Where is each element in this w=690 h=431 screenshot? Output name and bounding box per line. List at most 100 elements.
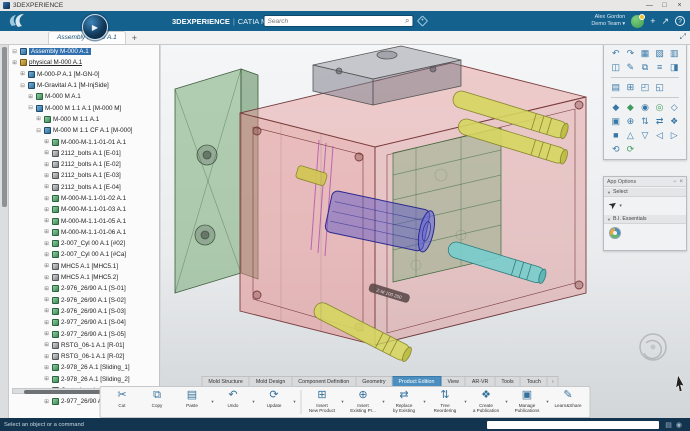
update-button[interactable]: ⟳Update [257,389,292,415]
learn-share-button[interactable]: ✎Learn&Share [551,389,586,415]
tree-item[interactable]: ⊞M-000 M A.1 [9,91,159,102]
user-block[interactable]: Alex Gordon Demo Team ▾ [591,14,625,27]
tree-expander-icon[interactable]: ⊞ [43,207,50,213]
tree-item[interactable]: ⊞M-000-M-1.1-01-01 A.1 [9,136,159,147]
tree-expander-icon[interactable]: ⊟ [19,83,26,89]
tree-expander-icon[interactable]: ⊟ [27,105,34,111]
action-bar-tab-component-definition[interactable]: Component Definition [292,376,356,386]
tree-expander-icon[interactable]: ⊞ [43,229,50,235]
tree-expander-icon[interactable]: ⊟ [11,49,18,55]
select-cursor-icon[interactable]: ➤ [607,199,620,213]
tree-expander-icon[interactable]: ⊞ [19,71,26,77]
tree-expander-icon[interactable]: ⊞ [43,376,50,382]
tag-search-icon[interactable] [417,15,428,26]
tree-expander-icon[interactable]: ⊞ [43,263,50,269]
list-icon[interactable]: ≡ [653,62,667,73]
tree-item[interactable]: ⊞physical M-000 A.1 [9,57,159,68]
tree-item[interactable]: ⊞M-000 M 1.1 A.1 [9,114,159,125]
action-bar-tab-ar-vr[interactable]: AR-VR [466,376,495,386]
tree-expander-icon[interactable]: ⊞ [43,196,50,202]
command-input[interactable] [487,421,659,429]
undo-arrow-icon[interactable]: ↶ [609,48,623,59]
tree-item[interactable]: ⊞2-977_26/90 A.1 [S-05] [9,328,159,339]
action-bar-tab-view[interactable]: View [441,376,465,386]
insert-new-product-button[interactable]: ⊞Insert New Product [305,389,340,415]
cube-blue-icon[interactable]: ◆ [609,102,623,113]
tree-item[interactable]: ⊞2-007_Cyl 00 A.1 [#02] [9,238,159,249]
tree-expander-icon[interactable]: ⊞ [43,320,50,326]
tree-expander-icon[interactable]: ⊞ [43,399,50,405]
search-input[interactable] [268,18,406,25]
help-icon[interactable]: ? [675,16,685,26]
merge-icon[interactable]: ⊕ [624,116,638,127]
add-content-button[interactable]: + [650,17,655,26]
tree-item[interactable]: ⊞2-978_26 A.1 [Sliding_1] [9,362,159,373]
tree-expander-icon[interactable]: ⊟ [35,128,42,134]
cube-green-icon[interactable]: ◆ [624,102,638,113]
tree-item[interactable]: ⊞M-000-M-1.1-01-05 A.1 [9,215,159,226]
tree-expander-icon[interactable]: ⊞ [43,139,50,145]
keyboard-icon[interactable]: ▤ [665,421,672,429]
view-front-icon[interactable]: ■ [609,130,623,141]
corner-box-icon[interactable]: ◰ [638,82,652,93]
action-bar-tab-tools[interactable]: Tools [495,376,520,386]
close-button[interactable]: × [672,2,687,9]
insert-grid-icon[interactable]: ⊞ [624,82,638,93]
tree-item[interactable]: ⊞2-007_Cyl 00 A.1 [#Ca] [9,249,159,260]
search-box[interactable]: ⌕ [264,15,414,27]
sync-green-icon[interactable]: ⟳ [624,144,638,155]
view-top-icon[interactable]: △ [624,130,638,141]
frame-box-icon[interactable]: ◱ [653,82,667,93]
action-bar-tab-product-edition[interactable]: Product Edition [393,376,442,386]
tree-item[interactable]: ⊞2-977_26/90 A.1 [S-04] [9,317,159,328]
tree-expander-icon[interactable]: ⊞ [43,241,50,247]
diamond-icon[interactable]: ◇ [667,102,681,113]
copy-button[interactable]: ⧉Copy [140,389,175,415]
manage-publications-button[interactable]: ▣Manage Publications [510,389,545,415]
tree-item[interactable]: ⊞2112_bolts A.1 [E-03] [9,170,159,181]
tree-item[interactable]: ⊞2112_bolts A.1 [E-01] [9,148,159,159]
tree-item[interactable]: ⊞M-000-M-1.1-01-06 A.1 [9,227,159,238]
add-tab-button[interactable]: + [132,32,137,44]
bi-essentials-icon[interactable] [609,227,621,239]
tree-item[interactable]: ⊞MHC5 A.1 [MHC5.1] [9,261,159,272]
tree-item[interactable]: ⊞M-000-M-1.1-01-03 A.1 [9,204,159,215]
tree-item[interactable]: ⊞2112_bolts A.1 [E-04] [9,182,159,193]
refresh-cycle-icon[interactable]: ⟲ [609,144,623,155]
view-left-icon[interactable]: ◁ [653,130,667,141]
tree-item[interactable]: ⊟M-Gravital A.1 [M-InjSide] [9,80,159,91]
edit-pencil-icon[interactable]: ✎ [624,62,638,73]
tree-expander-icon[interactable]: ⊞ [43,365,50,371]
image-icon[interactable]: ▧ [653,48,667,59]
paste-button[interactable]: ▤Paste [175,389,210,415]
cut-button[interactable]: ✂Cut [105,389,140,415]
tree-item[interactable]: ⊟M-000 M 1.1 A.1 [M-000 M] [9,102,159,113]
tree-expander-icon[interactable]: ⊞ [43,150,50,156]
action-bar-tab--[interactable]: › [548,376,559,386]
tree-vertical-scrollbar[interactable] [0,45,9,418]
tree-item[interactable]: ⊞M-000-M-1.1-01-02 A.1 [9,193,159,204]
view-right-icon[interactable]: ▷ [667,130,681,141]
search-icon[interactable]: ⌕ [405,17,409,25]
undo-button[interactable]: ↶Undo [216,389,251,415]
action-bar-tab-mold-structure[interactable]: Mold Structure [201,376,249,386]
tree-expander-icon[interactable]: ⊞ [11,60,18,66]
tree-expander-icon[interactable]: ⊞ [43,275,50,281]
tree-item[interactable]: ⊞RSTG_06-1 A.1 [R-01] [9,340,159,351]
tree-expander-icon[interactable]: ⊞ [27,94,34,100]
share-icon[interactable]: ↗ [661,17,669,26]
tree-item[interactable]: ⊞2-976_26/90 A.1 [S-02] [9,295,159,306]
insert-existing-pr--button[interactable]: ⊕Insert Existing Pr... [346,389,381,415]
3dexperience-compass-icon[interactable]: ▶ [82,14,108,40]
tree-item[interactable]: ⊟M-000 M 1.1 CF A.1 [M-000] [9,125,159,136]
tree-expander-icon[interactable]: ⊞ [43,252,50,258]
replace-by-existing-button[interactable]: ⇄Replace by Existing [387,389,422,415]
fullscreen-icon[interactable]: ⤢ [680,32,686,42]
tree-expander-icon[interactable]: ⊞ [43,184,50,190]
tree-expander-icon[interactable]: ⊞ [35,116,42,122]
tree-expander-icon[interactable]: ⊞ [43,286,50,292]
swap-icon[interactable]: ⇄ [653,116,667,127]
target-icon[interactable]: ◉ [638,102,652,113]
bi-essentials-section-header[interactable]: ▼ B.I. Essentials [604,215,686,224]
measure-icon[interactable]: ⇅ [638,116,652,127]
